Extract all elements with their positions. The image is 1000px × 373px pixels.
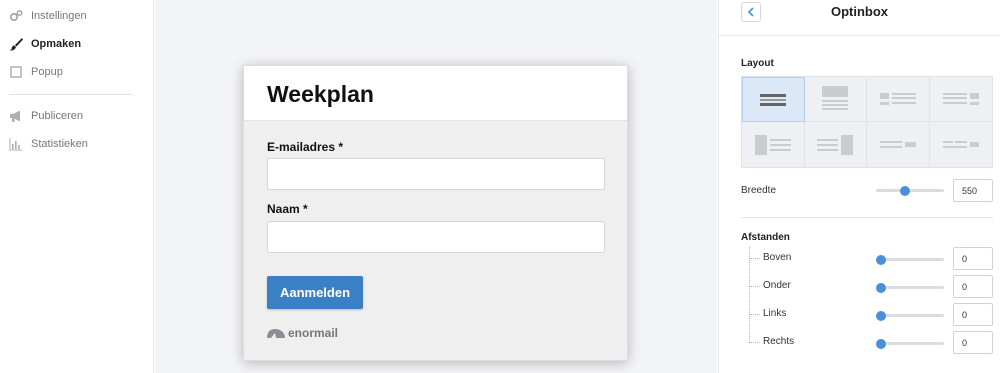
spacing-links-slider[interactable]: [876, 314, 944, 317]
spacing-links-label: Links: [763, 308, 787, 319]
spacing-boven-slider-handle[interactable]: [876, 254, 886, 265]
spacing-rechts-input[interactable]: 0: [953, 331, 993, 354]
sidebar-item-popup[interactable]: Popup: [9, 63, 63, 81]
layout-option-5[interactable]: [742, 122, 805, 167]
spacing-boven-input[interactable]: 0: [953, 247, 993, 270]
sidebar-divider: [9, 94, 133, 95]
spacing-onder-label: Onder: [763, 280, 791, 291]
spacing-onder-slider[interactable]: [876, 286, 944, 289]
sidebar-item-statistieken[interactable]: Statistieken: [9, 135, 88, 153]
layout-image-right-small-icon: [942, 93, 979, 105]
name-label: Naam *: [267, 202, 308, 216]
spacing-rechts-slider-handle[interactable]: [876, 338, 886, 349]
email-label: E-mailadres *: [267, 140, 344, 154]
layout-section-title: Layout: [741, 58, 774, 69]
email-field[interactable]: [267, 158, 605, 190]
tree-guide: [749, 247, 750, 343]
layout-image-left-large-icon: [754, 134, 791, 155]
spacing-rechts-label: Rechts: [763, 336, 795, 347]
megaphone-icon: [9, 109, 23, 123]
section-divider: [741, 217, 993, 218]
sidebar-item-label: Popup: [31, 66, 63, 78]
layout-image-top-icon: [822, 86, 849, 110]
spacing-onder-input[interactable]: 0: [953, 275, 993, 298]
tree-connector: [750, 258, 760, 259]
optinbox-header: Weekplan: [244, 66, 627, 121]
sidebar-item-publiceren[interactable]: Publiceren: [9, 107, 83, 125]
enormail-logo: enormail: [266, 326, 338, 340]
brand-name: enormail: [288, 326, 339, 340]
square-icon: [9, 65, 23, 79]
enormail-logo-icon: [267, 329, 285, 338]
layout-stacked-icon: [760, 93, 787, 106]
sidebar-item-label: Opmaken: [31, 38, 82, 50]
layout-option-3[interactable]: [867, 77, 930, 122]
tree-connector: [750, 314, 760, 315]
sidebar-item-label: Statistieken: [31, 138, 88, 150]
name-field[interactable]: [267, 221, 605, 253]
preview-canvas: Weekplan E-mailadres * Naam * Aanmelden …: [155, 0, 717, 373]
tree-connector: [750, 342, 760, 343]
layout-option-6[interactable]: [804, 122, 867, 167]
layout-option-8[interactable]: [929, 122, 992, 167]
width-label: Breedte: [741, 185, 777, 196]
layout-option-7[interactable]: [867, 122, 930, 167]
optinbox-preview: Weekplan E-mailadres * Naam * Aanmelden …: [243, 65, 628, 361]
width-slider[interactable]: [876, 189, 944, 192]
spacing-rechts-slider[interactable]: [876, 342, 944, 345]
layout-inline-icon: [879, 140, 916, 148]
width-input[interactable]: 550: [953, 179, 993, 202]
sidebar: Instellingen Opmaken Popup Publiceren St…: [0, 0, 154, 373]
spacing-section-title: Afstanden: [741, 232, 790, 243]
spacing-links-input[interactable]: 0: [953, 303, 993, 326]
layout-inline-compact-icon: [942, 140, 979, 148]
brush-icon: [9, 37, 23, 51]
layout-option-4[interactable]: [929, 77, 992, 122]
layout-image-left-small-icon: [879, 93, 916, 105]
subscribe-button[interactable]: Aanmelden: [267, 276, 363, 309]
spacing-links-slider-handle[interactable]: [876, 310, 886, 321]
panel-title: Optinbox: [830, 4, 889, 19]
bar-chart-icon: [9, 137, 23, 151]
layout-option-1[interactable]: [742, 77, 805, 122]
layout-image-right-large-icon: [817, 134, 854, 155]
sidebar-item-instellingen[interactable]: Instellingen: [9, 7, 87, 25]
sidebar-item-label: Publiceren: [31, 110, 83, 122]
optinbox-title: Weekplan: [267, 81, 374, 107]
spacing-boven-label: Boven: [763, 252, 792, 263]
layout-options: [741, 76, 993, 168]
settings-panel: Optinbox Layout Breedte 550 Afstanden Bo…: [718, 0, 1000, 373]
gears-icon: [9, 9, 23, 23]
width-slider-handle[interactable]: [899, 185, 910, 196]
spacing-boven-slider[interactable]: [876, 258, 944, 261]
panel-header: Optinbox: [719, 0, 1000, 36]
spacing-onder-slider-handle[interactable]: [876, 282, 886, 293]
layout-option-2[interactable]: [804, 77, 867, 122]
sidebar-item-label: Instellingen: [31, 10, 87, 22]
tree-connector: [750, 286, 760, 287]
sidebar-item-opmaken[interactable]: Opmaken: [9, 35, 81, 53]
